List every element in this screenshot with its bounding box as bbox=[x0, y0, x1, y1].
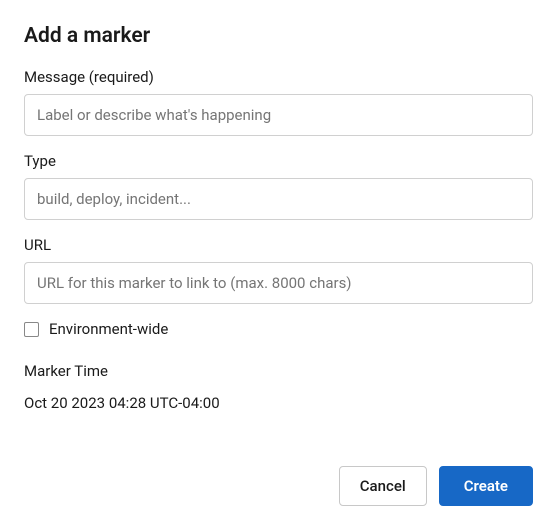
message-label: Message (required) bbox=[24, 68, 533, 86]
button-row: Cancel Create bbox=[24, 466, 533, 506]
dialog-title: Add a marker bbox=[24, 24, 533, 48]
url-input[interactable] bbox=[24, 262, 533, 304]
cancel-button[interactable]: Cancel bbox=[339, 466, 427, 506]
url-field-group: URL bbox=[24, 236, 533, 304]
environment-wide-row: Environment-wide bbox=[24, 320, 533, 338]
environment-wide-checkbox[interactable] bbox=[24, 322, 39, 337]
type-input[interactable] bbox=[24, 178, 533, 220]
message-field-group: Message (required) bbox=[24, 68, 533, 136]
create-button[interactable]: Create bbox=[439, 466, 533, 506]
marker-time-section: Marker Time Oct 20 2023 04:28 UTC-04:00 bbox=[24, 362, 533, 412]
url-label: URL bbox=[24, 236, 533, 254]
marker-time-value: Oct 20 2023 04:28 UTC-04:00 bbox=[24, 394, 533, 412]
environment-wide-label[interactable]: Environment-wide bbox=[49, 320, 168, 338]
message-input[interactable] bbox=[24, 94, 533, 136]
marker-time-label: Marker Time bbox=[24, 362, 533, 380]
type-field-group: Type bbox=[24, 152, 533, 220]
type-label: Type bbox=[24, 152, 533, 170]
